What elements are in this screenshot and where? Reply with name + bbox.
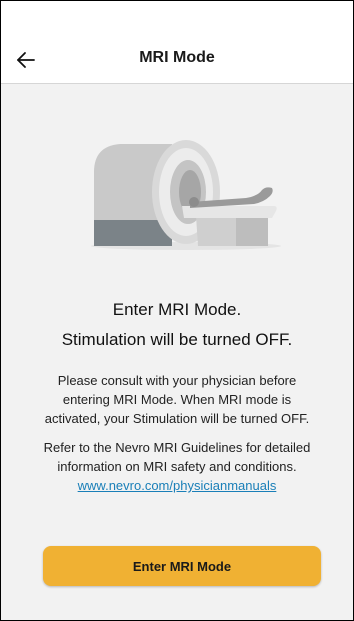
paragraph-line: Please consult with your physician befor… [57,373,297,388]
heading-enter-mri: Enter MRI Mode. [112,300,242,319]
mri-scanner-illustration [91,140,281,250]
paragraph-line: information on MRI safety and conditions… [57,459,297,474]
guidelines-text: Refer to the Nevro MRI Guidelines for de… [11,438,343,495]
main-content: Enter MRI Mode. Stimulation will be turn… [1,84,353,620]
consult-physician-text: Please consult with your physician befor… [11,371,343,428]
physician-manuals-link[interactable]: www.nevro.com/physicianmanuals [78,478,277,493]
heading-stimulation-off: Stimulation will be turned OFF. [61,330,293,349]
screen: MRI Mode Enter MRI Mode. Stimulation wil… [0,0,354,621]
paragraph-line: activated, your Stimulation will be turn… [44,411,310,426]
enter-mri-mode-button[interactable]: Enter MRI Mode [43,546,321,586]
paragraph-line: Refer to the Nevro MRI Guidelines for de… [43,440,311,455]
paragraph-line: entering MRI Mode. When MRI mode is [62,392,292,407]
page-title: MRI Mode [139,49,215,66]
app-header: MRI Mode [1,1,353,84]
